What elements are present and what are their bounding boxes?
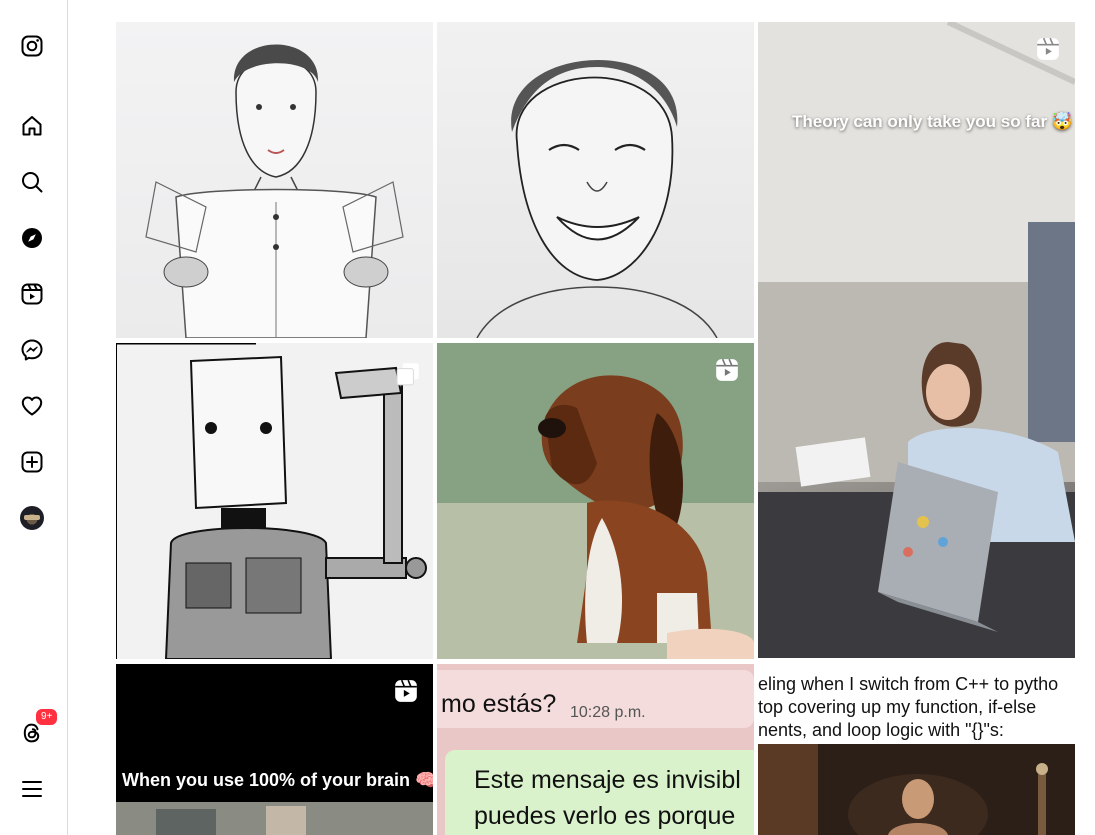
carousel-indicator [395, 361, 419, 386]
nav-create[interactable] [8, 438, 56, 486]
meme-caption-line-1: eling when I switch from C++ to pytho [758, 674, 1059, 694]
grid-post-8[interactable]: eling when I switch from C++ to pytho to… [758, 664, 1075, 835]
grid-post-2[interactable] [437, 22, 754, 338]
nav-search[interactable] [8, 158, 56, 206]
grid-post-3-reel[interactable]: Theory can only take you so far 🤯 [758, 22, 1075, 658]
reel-indicator [714, 357, 740, 383]
reels-icon [395, 679, 417, 702]
grid-post-5-reel[interactable] [437, 343, 754, 659]
grid-post-7[interactable]: mo estás? 10:28 p.m. Este mensaje es inv… [437, 664, 754, 835]
nav-explore[interactable] [8, 214, 56, 262]
reels-icon [716, 358, 738, 381]
nav-reels[interactable] [8, 270, 56, 318]
nav-messages[interactable] [8, 326, 56, 374]
chat-time-text: 10:28 p.m. [570, 704, 646, 721]
nav-home[interactable] [8, 102, 56, 150]
nav-notifications[interactable] [8, 382, 56, 430]
post-image-meme-video [116, 664, 433, 835]
post-image-meme-photo [758, 744, 1075, 835]
reel-overlay-caption: Theory can only take you so far 🤯 [792, 112, 1073, 131]
instagram-logo-icon [21, 35, 43, 57]
grid-post-6-reel[interactable]: When you use 100% of your brain 🧠 [116, 664, 433, 835]
notifications-badge: 9+ [34, 707, 60, 727]
reels-icon [21, 283, 43, 305]
reels-icon [1037, 37, 1059, 60]
post-image-basset-hound [437, 343, 754, 659]
post-image-smiling-sketch [476, 60, 718, 338]
search-icon [22, 172, 43, 193]
sidebar: 9+ [0, 0, 68, 835]
post-image-portrait-sketch [145, 44, 404, 338]
reel-indicator [1035, 36, 1061, 62]
chat-message-line-2: puedes verlo es porque [474, 802, 736, 830]
nav-profile[interactable] [8, 494, 56, 542]
avatar [20, 506, 44, 530]
reel-indicator [393, 678, 419, 704]
heart-icon [21, 396, 43, 416]
carousel-icon [396, 363, 419, 386]
create-plus-icon [21, 451, 43, 473]
explore-compass-icon [22, 228, 42, 248]
reel-overlay-caption: When you use 100% of your brain 🧠 [122, 770, 433, 790]
meme-caption-line-3: nents, and loop logic with "{}"s: [758, 720, 1004, 740]
post-image-robot-ink [116, 343, 433, 659]
explore-grid: Theory can only take you so far 🤯 When y… [116, 22, 1075, 835]
nav-more-menu[interactable] [8, 765, 56, 813]
chat-message-line-1: Este mensaje es invisibl [474, 766, 741, 794]
grid-post-4-carousel[interactable] [116, 343, 433, 659]
nav-threads[interactable]: 9+ [8, 707, 60, 757]
messenger-icon [21, 339, 43, 361]
instagram-logo-button[interactable] [8, 22, 56, 70]
home-icon [22, 116, 42, 136]
grid-post-1[interactable] [116, 22, 433, 338]
hamburger-menu-icon [22, 781, 42, 797]
meme-caption-line-2: top covering up my function, if-else [758, 697, 1037, 717]
chat-header-text: mo estás? [441, 690, 557, 718]
